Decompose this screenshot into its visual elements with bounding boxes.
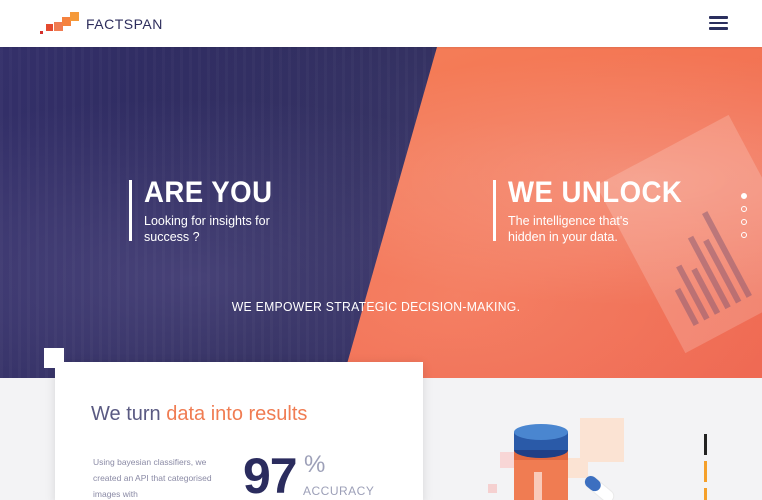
hero-banner: ARE YOU Looking for insights for success…: [0, 47, 762, 378]
accuracy-label: ACCURACY: [303, 484, 375, 498]
brand-name: FACTSPAN: [86, 15, 163, 32]
brand-logo[interactable]: FACTSPAN: [40, 11, 163, 35]
pill-bottle-illustration: [488, 418, 624, 500]
section-side-indicator: [704, 434, 708, 500]
hero-right-title: WE UNLOCK: [508, 176, 683, 209]
results-heading-highlight: data into results: [166, 403, 308, 425]
hero-right-accent-bar: [493, 180, 496, 241]
results-heading-prefix: We turn: [91, 403, 167, 425]
slide-dot-1[interactable]: [741, 193, 747, 199]
hamburger-menu-icon[interactable]: [709, 16, 728, 30]
results-heading: We turn data into results: [91, 403, 307, 426]
decorative-square: [44, 348, 64, 368]
results-card: We turn data into results Using bayesian…: [55, 362, 423, 500]
slide-dot-3[interactable]: [741, 219, 747, 225]
site-header: FACTSPAN: [0, 0, 762, 47]
slide-dot-2[interactable]: [741, 206, 747, 212]
hero-left-accent-bar: [129, 180, 132, 241]
accuracy-unit: %: [304, 451, 326, 478]
results-description: Using bayesian classifiers, we created a…: [93, 457, 212, 499]
hero-left-subtitle: Looking for insights for success ?: [144, 214, 270, 244]
hero-left-title: ARE YOU: [144, 176, 273, 209]
page: FACTSPAN ARE YOU Looking for insights fo…: [0, 0, 762, 500]
accuracy-value: 97: [243, 448, 298, 500]
hero-tagline: WE EMPOWER STRATEGIC DECISION-MAKING.: [231, 299, 521, 314]
logo-mark-icon: [40, 11, 79, 35]
slider-pagination: [741, 193, 747, 245]
hero-right-subtitle: The intelligence that's hidden in your d…: [508, 214, 629, 244]
slide-dot-4[interactable]: [741, 232, 747, 238]
